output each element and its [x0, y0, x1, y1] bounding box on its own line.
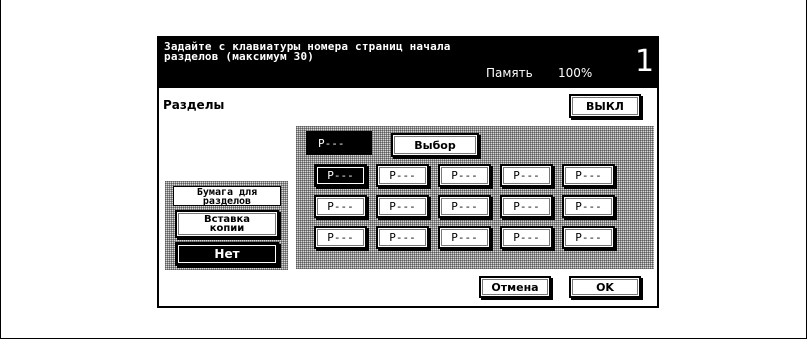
page-number: 1 [635, 44, 655, 79]
page-cell[interactable]: P--- [314, 164, 367, 187]
page-cell[interactable]: P--- [438, 195, 491, 218]
dialog-header: Задайте с клавиатуры номера страниц нача… [159, 38, 657, 88]
page-cell[interactable]: P--- [562, 164, 615, 187]
none-button[interactable]: Нет [175, 242, 279, 266]
current-page-display: P--- [306, 131, 372, 155]
page-cell[interactable]: P--- [438, 164, 491, 187]
insert-copy-button[interactable]: Вставка копии [175, 210, 279, 238]
page-cell[interactable]: P--- [500, 226, 553, 249]
page-cell[interactable]: P--- [438, 226, 491, 249]
page-cell[interactable]: P--- [562, 195, 615, 218]
section-paper-label: Бумага для разделов [173, 186, 281, 207]
page-cell[interactable]: P--- [500, 195, 553, 218]
page-cell[interactable]: P--- [500, 164, 553, 187]
cancel-button[interactable]: Отмена [479, 276, 551, 298]
page-cell[interactable]: P--- [376, 226, 429, 249]
page-cell[interactable]: P--- [314, 195, 367, 218]
page-cell[interactable]: P--- [376, 195, 429, 218]
off-button[interactable]: ВЫКЛ [569, 94, 641, 118]
page-title: Разделы [163, 98, 225, 112]
page-cell[interactable]: P--- [376, 164, 429, 187]
memory-label: Память [486, 66, 533, 80]
dialog-panel: Задайте с клавиатуры номера страниц нача… [157, 36, 659, 308]
ok-button[interactable]: OK [569, 276, 641, 298]
select-button[interactable]: Выбор [391, 133, 479, 157]
page-cell[interactable]: P--- [562, 226, 615, 249]
instruction-message: Задайте с клавиатуры номера страниц нача… [164, 40, 451, 63]
memory-value: 100% [558, 66, 593, 80]
page-cell[interactable]: P--- [314, 226, 367, 249]
